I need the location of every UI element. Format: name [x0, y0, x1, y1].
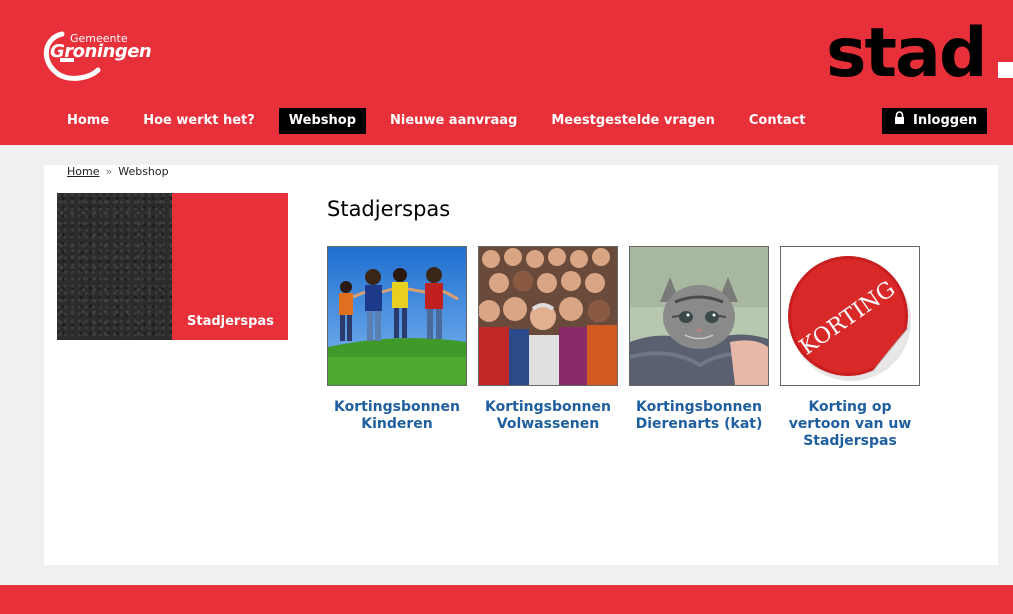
- product-card-dierenarts[interactable]: Kortingsbonnen Dierenarts (kat): [629, 246, 769, 433]
- gemeente-groningen-logo[interactable]: Gemeente Groningen: [40, 26, 152, 88]
- product-label-line: Kortingsbonnen: [334, 399, 460, 415]
- lock-icon: [894, 108, 905, 134]
- sidebar-texture-image: [57, 193, 172, 340]
- stad-brand: stad: [826, 14, 988, 93]
- nav-webshop[interactable]: Webshop: [278, 108, 367, 134]
- breadcrumb-home[interactable]: Home: [67, 165, 99, 178]
- nav-hoe-werkt-het[interactable]: Hoe werkt het?: [133, 108, 265, 134]
- product-image-children[interactable]: [327, 246, 467, 386]
- login-label: Inloggen: [913, 113, 978, 128]
- breadcrumb: Home » Webshop: [67, 165, 169, 179]
- site-header: Gemeente Groningen stad Home Hoe werkt h…: [0, 0, 1013, 145]
- product-label-line: Dierenarts (kat): [635, 416, 763, 432]
- breadcrumb-current: Webshop: [118, 165, 169, 178]
- product-label-line: Kortingsbonnen: [636, 399, 762, 415]
- login-button[interactable]: Inloggen: [882, 108, 987, 134]
- logo-big-text: Groningen: [50, 41, 152, 62]
- sidebar-label: Stadjerspas: [187, 314, 274, 329]
- nav-home[interactable]: Home: [57, 108, 119, 134]
- product-label-volwassenen[interactable]: Kortingsbonnen Volwassenen: [478, 399, 618, 433]
- breadcrumb-separator: »: [105, 165, 113, 178]
- product-card-korting[interactable]: KORTING Korting op vertoon van uw Stadje…: [780, 246, 920, 450]
- product-image-crowd[interactable]: [478, 246, 618, 386]
- site-footer: [0, 585, 1013, 614]
- product-image-kitten[interactable]: [629, 246, 769, 386]
- product-image-korting-sticker[interactable]: KORTING: [780, 246, 920, 386]
- nav-nieuwe-aanvraag[interactable]: Nieuwe aanvraag: [380, 108, 527, 134]
- sidebar-stadjerspas-banner[interactable]: Stadjerspas: [57, 193, 288, 340]
- product-label-line: Stadjerspas: [803, 433, 897, 449]
- product-card-volwassenen[interactable]: Kortingsbonnen Volwassenen: [478, 246, 618, 433]
- content-area: Home » Webshop Stadjerspas Stadjerspas Ko…: [44, 165, 998, 565]
- product-card-kinderen[interactable]: Kortingsbonnen Kinderen: [327, 246, 467, 433]
- product-label-line: Korting op: [808, 399, 892, 415]
- nav-meestgestelde-vragen[interactable]: Meestgestelde vragen: [541, 108, 725, 134]
- product-label-korting[interactable]: Korting op vertoon van uw Stadjerspas: [780, 399, 920, 450]
- product-label-line: Kortingsbonnen: [485, 399, 611, 415]
- product-label-dierenarts[interactable]: Kortingsbonnen Dierenarts (kat): [629, 399, 769, 433]
- product-label-line: vertoon van uw: [788, 416, 912, 432]
- main-nav: Home Hoe werkt het? Webshop Nieuwe aanvr…: [57, 108, 830, 134]
- product-label-line: Kinderen: [361, 416, 433, 432]
- product-label-kinderen[interactable]: Kortingsbonnen Kinderen: [327, 399, 467, 433]
- nav-contact[interactable]: Contact: [739, 108, 816, 134]
- product-label-line: Volwassenen: [496, 416, 600, 432]
- stad-brand-dot: [998, 62, 1013, 78]
- page-title: Stadjerspas: [327, 197, 451, 221]
